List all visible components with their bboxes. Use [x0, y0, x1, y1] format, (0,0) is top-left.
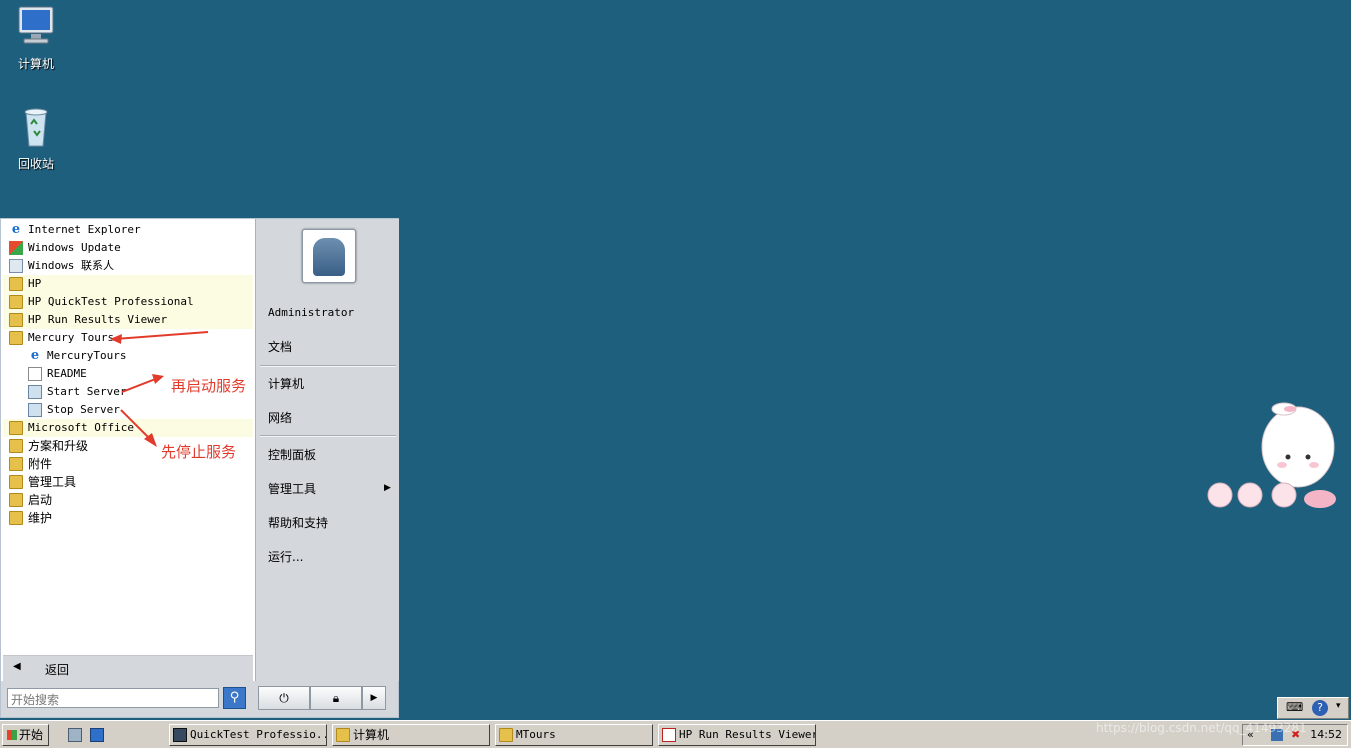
hp-rrv-icon — [662, 728, 676, 742]
folder-icon — [499, 728, 513, 742]
task-label: QuickTest Professio... — [190, 728, 327, 741]
task-label: MTours — [516, 728, 556, 741]
help-icon[interactable]: ? — [1312, 700, 1328, 716]
arrow-head — [152, 374, 164, 384]
task-button-mtours[interactable]: MTours — [495, 724, 653, 746]
keyboard-icon[interactable]: ⌨ — [1286, 700, 1303, 714]
clock[interactable]: 14:52 — [1310, 725, 1342, 745]
qtp-icon — [173, 728, 187, 742]
task-button-quicktest[interactable]: QuickTest Professio... — [169, 724, 327, 746]
watermark-text: https://blog.csdn.net/qq_41493281 — [1096, 721, 1307, 735]
arrow-start-server — [121, 377, 159, 393]
arrow-mercury-tours — [114, 331, 209, 340]
task-button-hp-run-results[interactable]: HP Run Results Viewer — [658, 724, 816, 746]
windows-logo-icon — [7, 730, 17, 740]
annotation-arrows — [110, 331, 209, 447]
folder-icon — [336, 728, 350, 742]
start-label: 开始 — [19, 728, 44, 742]
bunny-sticker-image — [1207, 402, 1336, 508]
language-bar[interactable]: ⌨ ? ▾ — [1277, 697, 1349, 719]
server-manager-icon[interactable] — [68, 728, 82, 742]
arrow-head — [110, 334, 122, 344]
task-label: HP Run Results Viewer — [679, 728, 816, 741]
chevron-down-icon[interactable]: ▾ — [1336, 701, 1341, 711]
annotation-stop-service: 先停止服务 — [161, 443, 237, 461]
show-desktop-icon[interactable] — [90, 728, 104, 742]
annotation-start-service: 再启动服务 — [171, 377, 247, 395]
task-button-computer[interactable]: 计算机 — [332, 724, 490, 746]
task-label: 计算机 — [353, 728, 390, 742]
start-button[interactable]: 开始 — [2, 724, 49, 746]
